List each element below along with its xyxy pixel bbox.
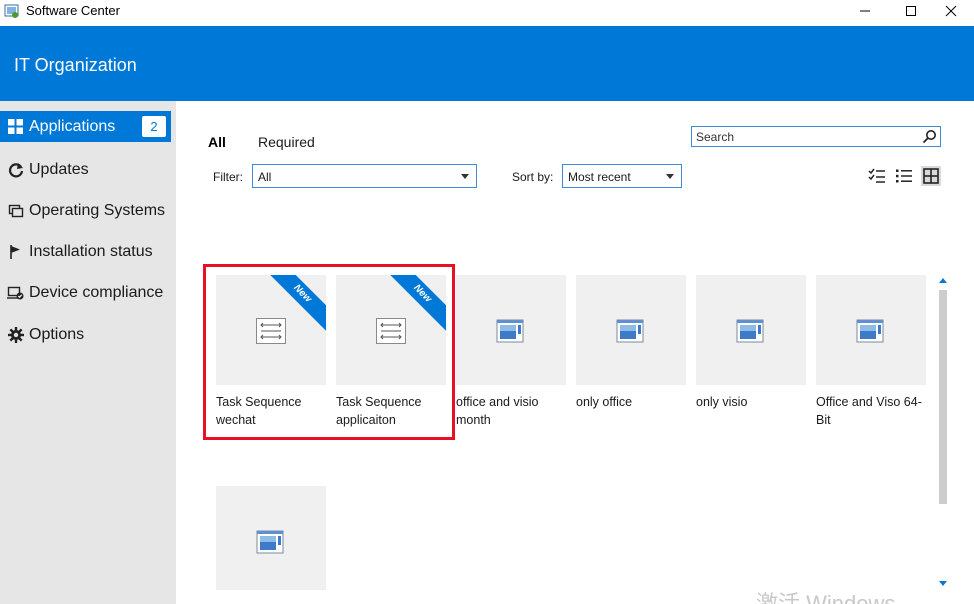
- app-tile-office-and-visio-month[interactable]: office and visio month: [456, 275, 566, 429]
- sort-label: Sort by:: [512, 170, 554, 184]
- title-bar: Software Center: [0, 0, 974, 26]
- chevron-down-icon: [461, 174, 469, 179]
- sidebar-item-operating-systems[interactable]: Operating Systems: [0, 195, 176, 226]
- app-tile-only-visio[interactable]: only visio: [696, 275, 806, 411]
- sort-value: Most recent: [568, 170, 631, 184]
- tab-all[interactable]: All: [208, 134, 226, 150]
- sidebar-item-label: Operating Systems: [29, 201, 166, 219]
- filter-value: All: [258, 170, 272, 184]
- sidebar: Applications 2 Updates Operating Systems…: [0, 101, 176, 604]
- app-thumbnail: [216, 486, 326, 590]
- maximize-icon: [906, 6, 916, 16]
- filter-dropdown[interactable]: All: [252, 164, 477, 188]
- tile-view-icon: [923, 168, 939, 184]
- search-icon[interactable]: [922, 129, 937, 144]
- app-name: only office: [576, 395, 633, 409]
- app-thumbnail: [576, 275, 686, 385]
- sidebar-item-updates[interactable]: Updates: [0, 154, 176, 185]
- sidebar-item-label: Device compliance: [29, 283, 164, 301]
- scroll-down-icon[interactable]: [939, 581, 947, 586]
- application-window-icon: [256, 530, 284, 554]
- refresh-icon: [7, 161, 24, 178]
- device-check-icon: [7, 284, 24, 301]
- highlight-box: [203, 264, 455, 440]
- software-center-icon: [4, 3, 20, 19]
- list-view-icon: [896, 169, 912, 183]
- sidebar-item-device-compliance[interactable]: Device compliance: [0, 277, 176, 308]
- sort-dropdown[interactable]: Most recent: [562, 164, 682, 188]
- close-icon: [945, 5, 957, 17]
- checklist-view-icon: [868, 168, 885, 183]
- sidebar-item-label: Applications: [29, 117, 116, 135]
- minimize-button[interactable]: [842, 0, 888, 22]
- org-name: IT Organization: [14, 55, 137, 75]
- applications-count-badge: 2: [142, 116, 166, 137]
- windows-stack-icon: [7, 202, 24, 219]
- tab-required[interactable]: Required: [258, 134, 315, 150]
- app-thumbnail: [696, 275, 806, 385]
- application-window-icon: [616, 319, 644, 343]
- flag-icon: [7, 243, 24, 260]
- sidebar-item-label: Updates: [29, 160, 89, 178]
- search-box: [691, 126, 941, 147]
- scroll-up-icon[interactable]: [939, 278, 947, 283]
- vertical-scrollbar[interactable]: [936, 272, 950, 590]
- app-name: only visio: [696, 395, 748, 409]
- app-tile-office-and-viso-64-bit[interactable]: Office and Viso 64-Bit: [816, 275, 926, 429]
- list-view-button[interactable]: [894, 166, 914, 186]
- apps-grid-icon: [7, 118, 24, 135]
- minimize-icon: [860, 10, 870, 12]
- close-button[interactable]: [928, 0, 974, 22]
- scroll-thumb[interactable]: [939, 290, 947, 504]
- sidebar-item-options[interactable]: Options: [0, 319, 176, 350]
- sidebar-item-applications[interactable]: Applications 2: [0, 111, 171, 142]
- gear-icon: [7, 326, 24, 343]
- app-tile-unnamed[interactable]: [216, 486, 326, 590]
- sidebar-item-installation-status[interactable]: Installation status: [0, 236, 176, 267]
- window-title: Software Center: [26, 3, 120, 18]
- activate-windows-watermark: 激活 Windows: [756, 591, 896, 604]
- app-name: Office and Viso 64-Bit: [816, 395, 922, 427]
- tile-view-button[interactable]: [921, 166, 941, 186]
- sidebar-item-label: Options: [29, 325, 85, 343]
- application-window-icon: [856, 319, 884, 343]
- checklist-view-button[interactable]: [867, 166, 887, 186]
- filter-label: Filter:: [213, 170, 243, 184]
- app-thumbnail: [456, 275, 566, 385]
- chevron-down-icon: [666, 174, 674, 179]
- app-name: office and visio month: [456, 395, 539, 427]
- app-thumbnail: [816, 275, 926, 385]
- org-header: IT Organization: [0, 26, 974, 101]
- sidebar-item-label: Installation status: [29, 242, 153, 260]
- search-input[interactable]: [692, 127, 912, 146]
- application-window-icon: [736, 319, 764, 343]
- application-window-icon: [496, 319, 524, 343]
- app-tile-only-office[interactable]: only office: [576, 275, 686, 411]
